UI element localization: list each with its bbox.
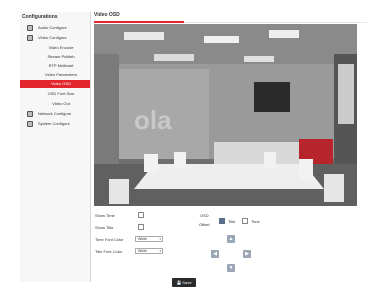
chevron-down-icon: ▾ — [159, 249, 161, 253]
title-font-color-select[interactable]: White ▾ — [135, 248, 163, 254]
network-icon — [27, 111, 33, 117]
osd-offset-label-line2: Offset — [199, 222, 210, 227]
offset-left-button[interactable]: ◀ — [211, 250, 219, 258]
chevron-down-icon: ▼ — [228, 265, 234, 271]
sidebar-item-label: Video Configure — [38, 35, 67, 40]
sidebar-item-video-parameters[interactable]: Video Parameters — [20, 71, 90, 79]
show-title-label: Show Title — [95, 225, 114, 230]
sidebar-item-label: Video Encode — [48, 45, 74, 50]
sidebar-item-label: Network Configure — [38, 111, 72, 116]
offset-title-label: Title — [228, 219, 236, 224]
show-time-checkbox[interactable] — [138, 212, 144, 218]
show-title-checkbox[interactable] — [138, 224, 144, 230]
page-title: Video OSD — [94, 12, 120, 18]
time-font-color-label: Time Font Color — [95, 237, 124, 242]
sidebar-item-stream-publish[interactable]: Stream Publish — [20, 53, 90, 61]
chevron-left-icon: ◀ — [213, 251, 217, 257]
sidebar-item-label: RTP Multicast — [48, 63, 74, 68]
offset-up-button[interactable]: ▲ — [227, 235, 235, 243]
chevron-up-icon: ▲ — [228, 236, 234, 242]
sidebar-item-system-configure[interactable]: System Configure — [20, 120, 90, 128]
sidebar-item-osd-font-size[interactable]: OSD Font Size — [20, 90, 90, 98]
sidebar-item-audio-configure[interactable]: Audio Configure — [20, 24, 90, 32]
sidebar-item-label: Video Out — [52, 101, 70, 106]
sidebar-item-video-encode[interactable]: Video Encode — [20, 44, 90, 52]
sidebar-item-video-out[interactable]: Video Out — [20, 100, 90, 108]
save-button-label: Save — [182, 280, 192, 285]
offset-time-radio[interactable] — [242, 218, 248, 224]
chevron-right-icon: ▶ — [245, 251, 249, 257]
save-button[interactable]: 💾Save — [172, 278, 196, 287]
title-font-color-value: White — [138, 249, 147, 253]
watermark-logo: ola — [134, 105, 172, 135]
system-icon — [27, 121, 33, 127]
video-preview[interactable]: ola — [94, 24, 357, 206]
chevron-down-icon: ▾ — [159, 237, 161, 241]
video-frame-image: ola — [94, 24, 357, 206]
video-icon — [27, 35, 33, 41]
time-font-color-select[interactable]: White ▾ — [135, 236, 163, 242]
save-icon: 💾 — [176, 280, 182, 285]
show-time-label: Show Time — [95, 213, 115, 218]
offset-title-radio[interactable] — [219, 218, 225, 224]
title-font-color-label: Title Font Color — [95, 249, 123, 254]
offset-time-label: Time — [251, 219, 260, 224]
title-divider — [184, 22, 367, 23]
sidebar-title: Configurations — [22, 14, 58, 20]
offset-down-button[interactable]: ▼ — [227, 264, 235, 272]
audio-icon — [27, 25, 33, 31]
title-underline — [94, 21, 184, 23]
sidebar-item-network-configure[interactable]: Network Configure — [20, 110, 90, 118]
offset-right-button[interactable]: ▶ — [243, 250, 251, 258]
sidebar-item-label: System Configure — [38, 121, 70, 126]
sidebar-item-rtp-multicast[interactable]: RTP Multicast — [20, 62, 90, 70]
sidebar-item-label: OSD Font Size — [47, 91, 75, 96]
time-font-color-value: White — [138, 237, 147, 241]
sidebar-item-video-configure[interactable]: Video Configure — [20, 34, 90, 42]
sidebar-item-label: Video Parameters — [45, 72, 77, 77]
osd-offset-label-line1: OSD — [200, 213, 209, 218]
sidebar: Configurations Audio Configure Video Con… — [20, 12, 91, 282]
sidebar-item-label: Audio Configure — [38, 25, 67, 30]
sidebar-item-label: Stream Publish — [47, 54, 75, 59]
sidebar-item-video-osd[interactable]: Video OSD — [20, 80, 90, 88]
sidebar-item-label: Video OSD — [51, 81, 71, 86]
